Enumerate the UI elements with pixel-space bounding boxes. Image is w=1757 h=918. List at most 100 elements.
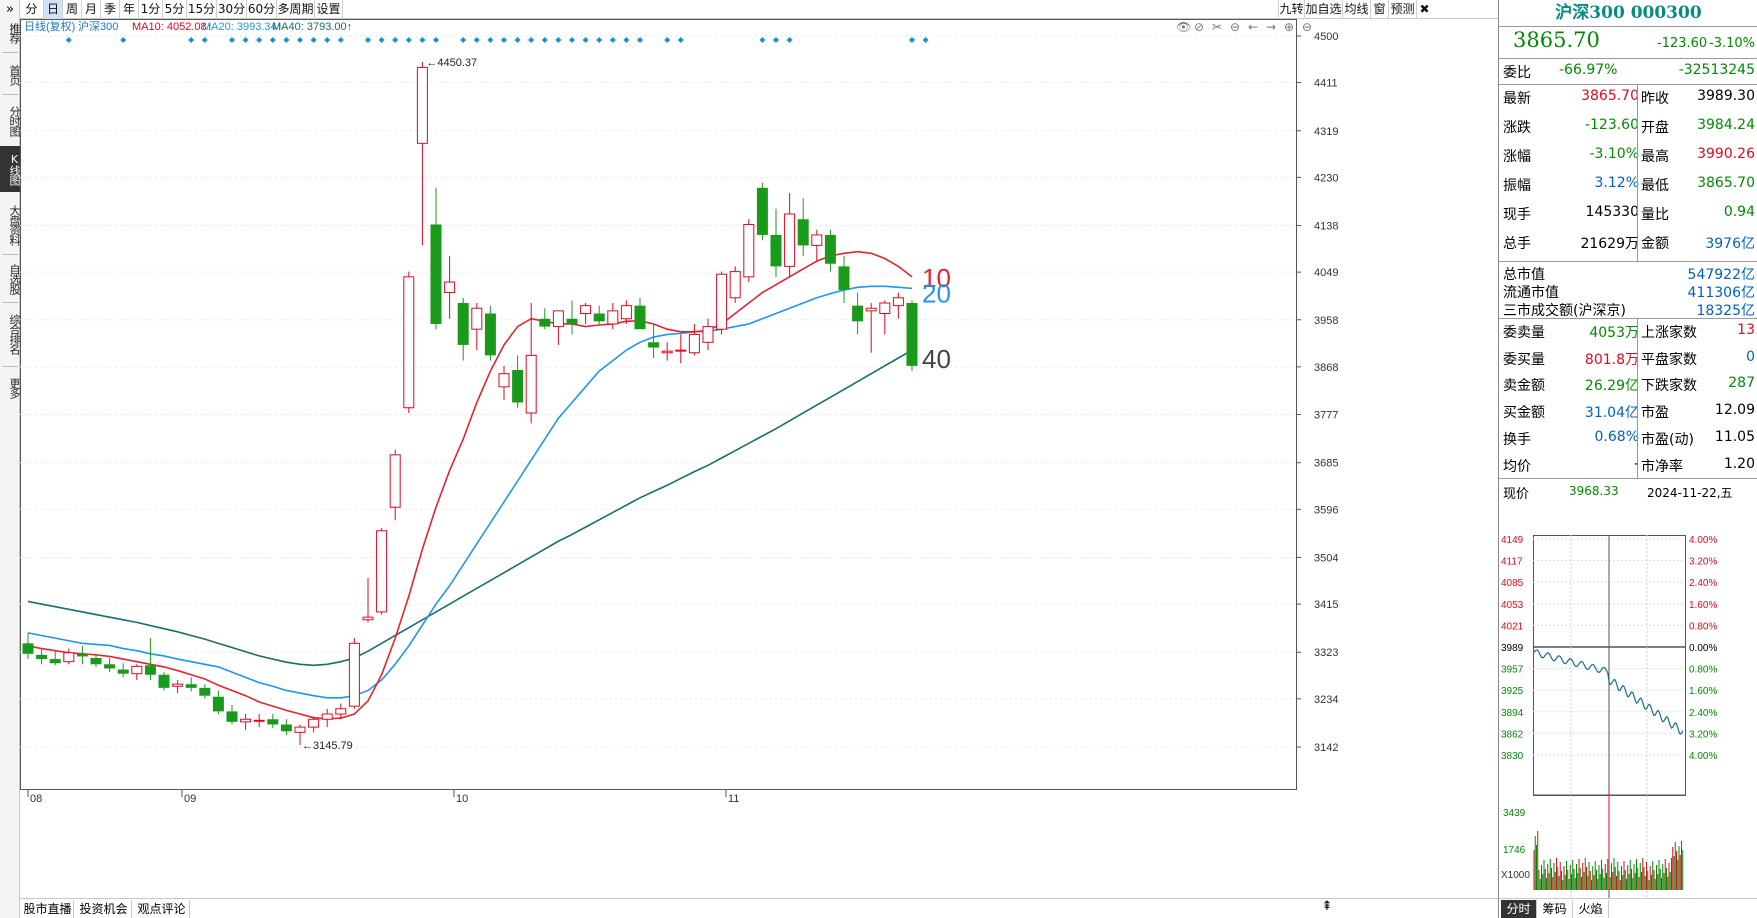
close-icon[interactable]: ✖	[1416, 0, 1432, 19]
quote-value: 3.12%	[1594, 175, 1639, 191]
quote-value: 287	[1728, 375, 1755, 392]
weibi-pct: -66.97%	[1559, 62, 1618, 78]
mini-right-tick: 0.80%	[1689, 621, 1717, 632]
mini-timeshare-chart[interactable]: 4149 4.00% 4117 3.20% 4085 2.40% 4053 1.60% 4021…	[1499, 535, 1757, 898]
divider	[1499, 84, 1757, 85]
candle-body-up	[376, 530, 388, 613]
tab-daily[interactable]: 日	[44, 0, 63, 19]
candle-body-down	[36, 654, 48, 660]
sidebar-item-ranking[interactable]: 综合排名	[0, 306, 21, 362]
candle-body-down	[430, 224, 442, 324]
ma-lines-button[interactable]: 均线	[1342, 0, 1370, 19]
candle-body-up	[716, 273, 728, 330]
tab-mini-flame[interactable]: 火焰	[1573, 900, 1609, 918]
tab-60min[interactable]: 60分	[247, 0, 277, 19]
candle-body-up	[879, 302, 891, 314]
eye-slash-icon[interactable]: ⊘	[1194, 20, 1204, 34]
mini-svg[interactable]: 4149 4.00% 4117 3.20% 4085 2.40% 4053 1.60% 4021…	[1499, 535, 1757, 898]
quote-row: 涨跌 -123.60 开盘 3984.24	[1499, 117, 1757, 149]
expand-arrow-icon[interactable]: »	[0, 2, 20, 17]
mini-vol-unit: X1000	[1501, 870, 1530, 881]
candle-body-up	[811, 234, 823, 246]
y-tick-label: 4049	[1314, 267, 1338, 279]
stock-title: 沪深300 000300	[1555, 3, 1702, 23]
tab-investment-opportunity[interactable]: 投资机会	[76, 900, 132, 918]
nine-turn-button[interactable]: 九转	[1278, 0, 1304, 19]
sidebar-item-more[interactable]: 更多	[0, 372, 21, 404]
candle-body-up	[389, 454, 401, 508]
quote-label: 涨跌	[1503, 120, 1531, 136]
sidebar-item-recommend[interactable]: 推荐	[0, 18, 21, 48]
tab-settings[interactable]: 设置	[315, 0, 343, 19]
candle-body-down	[22, 643, 34, 654]
high-annotation: ←4450.37	[426, 57, 477, 69]
tab-quarterly[interactable]: 季	[101, 0, 120, 19]
ma-header-label: MA10: 4052.08↑	[132, 21, 212, 33]
candle-body-up	[675, 349, 687, 352]
sidebar-item-kline[interactable]: K线图	[0, 146, 21, 192]
tab-monthly[interactable]: 月	[82, 0, 101, 19]
mini-right-tick: 2.40%	[1689, 578, 1717, 589]
y-tick-label: 3504	[1314, 552, 1338, 564]
quote-label: 总手	[1503, 236, 1531, 252]
weibi-label: 委比	[1503, 65, 1531, 81]
candle-body-down	[212, 696, 224, 712]
quote-value: 3865.70	[1581, 88, 1639, 104]
tab-weekly[interactable]: 周	[63, 0, 82, 19]
eye-icon[interactable]: 👁	[1176, 20, 1191, 34]
mini-left-tick: 3925	[1501, 686, 1524, 697]
tab-mini-chips[interactable]: 筹码	[1537, 900, 1573, 918]
y-tick-label: 4138	[1314, 221, 1338, 233]
kline-svg[interactable]: 4500 4411 4319 4230 4138 4049 3958 3868 3777 3685…	[20, 19, 1498, 888]
add-watchlist-button[interactable]: 加自选	[1304, 0, 1342, 19]
mini-right-tick: 0.80%	[1689, 665, 1717, 676]
y-tick-label: 4411	[1314, 78, 1338, 90]
tab-1min[interactable]: 1分	[139, 0, 163, 19]
quote-label: 昨收	[1641, 91, 1669, 107]
candle-body-up	[892, 297, 904, 307]
mini-right-tick: 3.20%	[1689, 729, 1717, 740]
mini-left-tick: 3830	[1501, 751, 1524, 762]
arrow-right-icon[interactable]: →	[1266, 20, 1276, 34]
tab-market-live[interactable]: 股市直播	[22, 900, 74, 918]
candle-body-down	[906, 303, 918, 366]
minus-circle-icon[interactable]: ⊖	[1302, 20, 1312, 34]
tab-5min[interactable]: 5分	[163, 0, 187, 19]
tab-15min[interactable]: 15分	[187, 0, 217, 19]
sidebar-item-home[interactable]: 首页	[0, 60, 21, 90]
quote-value: -3.10%	[1589, 146, 1639, 162]
tab-yearly[interactable]: 年	[120, 0, 139, 19]
quote-label: 卖金额	[1503, 378, 1545, 395]
zoom-out-icon[interactable]: ⊖	[1230, 20, 1240, 34]
sidebar-item-watchlist[interactable]: 自选股	[0, 258, 21, 300]
candle-body-up	[471, 307, 483, 330]
scissors-icon[interactable]: ✂	[1212, 20, 1222, 34]
tab-mini-timeshare[interactable]: 分时	[1501, 900, 1537, 918]
ma40-label: 40	[922, 344, 951, 374]
candle-body-down	[770, 234, 782, 267]
sidebar-divider	[2, 366, 18, 367]
candle-body-up	[348, 642, 360, 707]
quote-label: 涨幅	[1503, 149, 1531, 165]
kline-chart[interactable]: 4500 4411 4319 4230 4138 4049 3958 3868 3777 3685…	[20, 19, 1498, 888]
low-annotation: ←3145.79	[302, 740, 353, 752]
candle-body-up	[308, 718, 320, 728]
tab-multi-period[interactable]: 多周期	[277, 0, 315, 19]
candle-body-up	[294, 726, 306, 733]
window-button[interactable]: 窗	[1370, 0, 1388, 19]
scroll-top-icon[interactable]: ⇞	[1320, 899, 1334, 917]
market-value: 547922亿	[1687, 267, 1755, 283]
quote-row: 现手 145330 量比 0.94	[1499, 204, 1757, 236]
arrow-left-icon[interactable]: ←	[1248, 20, 1258, 34]
tab-30min[interactable]: 30分	[217, 0, 247, 19]
tab-opinion-comments[interactable]: 观点评论	[134, 900, 190, 918]
plus-circle-icon[interactable]: ⊕	[1284, 20, 1294, 34]
tab-timeshare[interactable]: 分时	[20, 0, 44, 35]
sidebar-item-market-info[interactable]: 大盘资料	[0, 198, 21, 252]
price-change: -123.60	[1657, 36, 1708, 51]
y-tick-label: 3685	[1314, 458, 1338, 470]
ma20-label: 20	[922, 278, 951, 308]
sidebar-item-timeshare[interactable]: 分时图	[0, 100, 21, 142]
forecast-button[interactable]: 预测	[1388, 0, 1416, 19]
candle-body-down	[144, 665, 156, 675]
